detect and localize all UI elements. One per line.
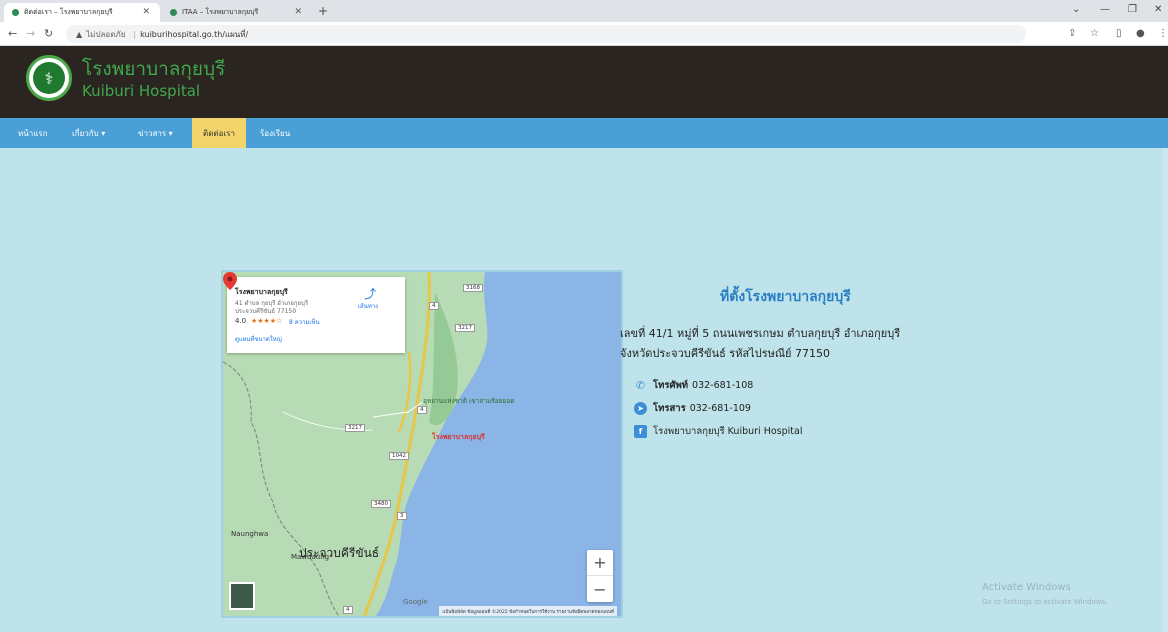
rating-stars-icon: ★★★★☆: [251, 317, 283, 325]
location-heading: ที่ตั้งโรงพยาบาลกุยบุรี: [720, 289, 851, 305]
road-shield: 4: [429, 302, 439, 310]
road-shield: 1042: [389, 452, 409, 460]
browser-toolbar: ← → ↻ ▲ ไม่ปลอดภัย | kuiburihospital.go.…: [0, 22, 1168, 46]
share-icon[interactable]: ⇪: [1068, 28, 1076, 39]
site-favicon-icon: [170, 9, 177, 16]
profile-icon[interactable]: ●: [1136, 28, 1145, 39]
address-divider: |: [133, 29, 137, 39]
facebook-icon: f: [634, 425, 647, 438]
restore-icon[interactable]: ❐: [1128, 4, 1137, 15]
star-icon[interactable]: ☆: [1090, 28, 1099, 39]
tab-title: ITAA – โรงพยาบาลกุยบุรี: [182, 8, 259, 16]
phone-row: ✆ โทรศัพท์ 032-681-108: [634, 378, 753, 393]
warning-icon[interactable]: ▲: [76, 30, 82, 39]
road-shield: 3480: [371, 500, 391, 508]
google-map[interactable]: โรงพยาบาลกุยบุรี 41 ตำบล กุยบุรี อำเภอกุ…: [221, 270, 623, 618]
facebook-link[interactable]: โรงพยาบาลกุยบุรี Kuiburi Hospital: [653, 424, 802, 439]
forward-icon[interactable]: →: [26, 27, 35, 40]
hospital-logo[interactable]: ⚕: [26, 55, 72, 101]
close-tab-icon[interactable]: ✕: [294, 7, 302, 17]
tab-contact[interactable]: ติดต่อเรา – โรงพยาบาลกุยบุรี ✕: [4, 3, 160, 22]
fax-number[interactable]: 032-681-109: [690, 403, 751, 414]
nav-news[interactable]: ข่าวสาร ▾: [128, 118, 183, 148]
nav-contact[interactable]: ติดต่อเรา: [192, 118, 246, 148]
phone-label: โทรศัพท์: [653, 380, 689, 391]
view-larger-map-link[interactable]: ดูแผนที่ขนาดใหญ่: [235, 334, 282, 344]
site-header: ⚕ โรงพยาบาลกุยบุรี Kuiburi Hospital: [0, 46, 1168, 118]
minimize-icon[interactable]: —: [1100, 4, 1110, 15]
road-shield: 4: [417, 406, 427, 414]
park-label: อุทยานแห่งชาติ เขาสามร้อยยอด: [423, 397, 515, 405]
address-line1: เลขที่ 41/1 หมู่ที่ 5 ถนนเพชรเกษม ตำบลกุ…: [620, 327, 901, 340]
directions-icon[interactable]: ⤴: [364, 285, 376, 302]
menu-icon[interactable]: ⋮: [1158, 28, 1168, 39]
road-shield: 3: [397, 512, 407, 520]
map-attribution[interactable]: แป้นพิมพ์ลัด ข้อมูลแผนที่ ©2022 ข้อกำหนด…: [439, 606, 617, 616]
place-info-card: โรงพยาบาลกุยบุรี 41 ตำบล กุยบุรี อำเภอกุ…: [227, 277, 405, 353]
location-pin-icon[interactable]: [223, 272, 237, 290]
facebook-row: f โรงพยาบาลกุยบุรี Kuiburi Hospital: [634, 424, 802, 439]
fax-row: ➤ โทรสาร 032-681-109: [634, 401, 751, 416]
tab-search-icon[interactable]: ⌄: [1072, 4, 1080, 15]
close-tab-icon[interactable]: ✕: [142, 7, 150, 17]
fax-icon: ➤: [634, 402, 647, 415]
place-rating: 4.0: [235, 317, 247, 325]
zoom-out-button[interactable]: −: [587, 576, 613, 602]
town-label-naunghwa: Naunghwa: [231, 530, 269, 538]
zoom-controls: + −: [587, 550, 613, 602]
place-name: โรงพยาบาลกุยบุรี: [235, 288, 288, 296]
phone-icon: ✆: [635, 379, 646, 392]
address-bar[interactable]: ▲ ไม่ปลอดภัย | kuiburihospital.go.th/แผน…: [66, 25, 1026, 43]
directions-link[interactable]: เส้นทาง: [358, 301, 378, 311]
url-text[interactable]: kuiburihospital.go.th/แผนที่/: [140, 28, 248, 41]
town-label-mawdaung: Mawdaung: [291, 553, 330, 561]
road-shield: 3168: [463, 284, 483, 292]
address-line2: จังหวัดประจวบคีรีขันธ์ รหัสไปรษณีย์ 7715…: [620, 347, 830, 360]
google-logo: Google: [403, 598, 428, 606]
reload-icon[interactable]: ↻: [44, 27, 53, 40]
phone-number[interactable]: 032-681-108: [692, 380, 753, 391]
back-icon[interactable]: ←: [8, 27, 17, 40]
road-shield: 3217: [455, 324, 475, 332]
sidebar-icon[interactable]: ▯: [1116, 28, 1122, 39]
caduceus-icon: ⚕: [33, 62, 65, 94]
windows-activation-title: Activate Windows: [982, 582, 1071, 593]
satellite-toggle[interactable]: [229, 582, 255, 610]
fax-label: โทรสาร: [653, 403, 686, 414]
tab-itaa[interactable]: ITAA – โรงพยาบาลกุยบุรี ✕: [162, 3, 312, 22]
road-shield: 4: [343, 606, 353, 614]
nav-about[interactable]: เกี่ยวกับ ▾: [62, 118, 115, 148]
site-title-thai[interactable]: โรงพยาบาลกุยบุรี: [82, 54, 225, 84]
site-title-english[interactable]: Kuiburi Hospital: [82, 82, 200, 100]
pin-label[interactable]: โรงพยาบาลกุยบุรี: [432, 432, 485, 443]
reviews-link[interactable]: 8 ความเห็น: [289, 317, 320, 327]
page-scrollbar[interactable]: [1162, 148, 1168, 632]
tab-title: ติดต่อเรา – โรงพยาบาลกุยบุรี: [24, 8, 113, 16]
road-shield: 3217: [345, 424, 365, 432]
nav-home[interactable]: หน้าแรก: [8, 118, 58, 148]
new-tab-icon[interactable]: +: [318, 4, 328, 18]
site-favicon-icon: [12, 9, 19, 16]
zoom-in-button[interactable]: +: [587, 550, 613, 576]
close-window-icon[interactable]: ✕: [1154, 4, 1162, 15]
main-nav: หน้าแรก เกี่ยวกับ ▾ ข่าวสาร ▾ ติดต่อเรา …: [0, 118, 1168, 148]
nav-complaint[interactable]: ร้องเรียน: [250, 118, 300, 148]
browser-tab-bar: ติดต่อเรา – โรงพยาบาลกุยบุรี ✕ ITAA – โร…: [0, 0, 1168, 22]
security-label[interactable]: ไม่ปลอดภัย: [86, 28, 125, 41]
windows-activation-subtitle: Go to Settings to activate Windows.: [982, 598, 1108, 606]
place-address-line2: ประจวบคีรีขันธ์ 77150: [235, 308, 297, 315]
